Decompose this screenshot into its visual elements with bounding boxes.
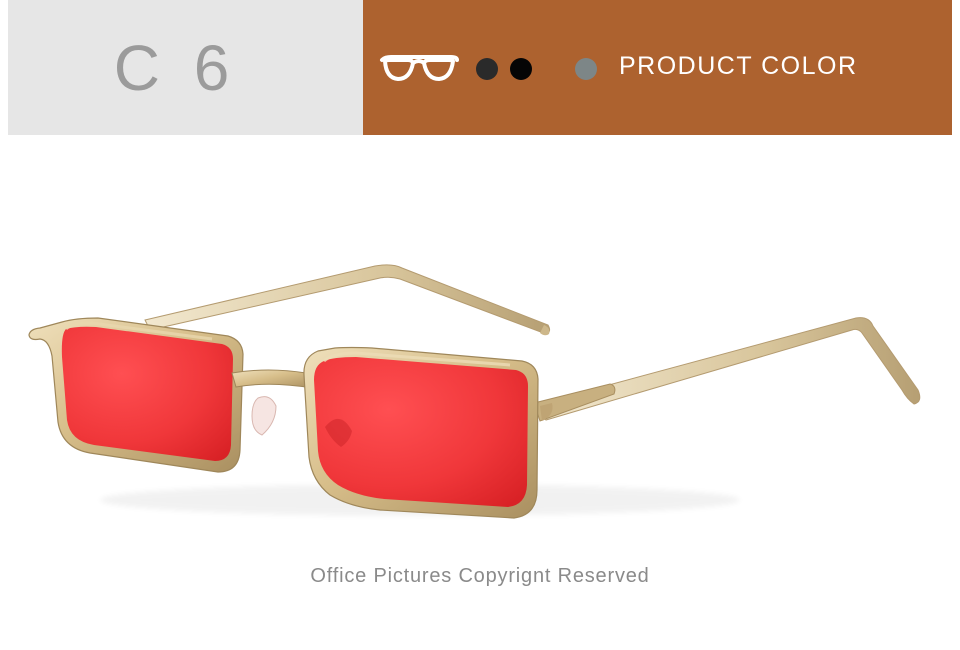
- copyright-text: Office Pictures Copyrignt Reserved: [310, 565, 650, 587]
- glasses-icon: [380, 55, 459, 81]
- swatch-gray[interactable]: [575, 58, 597, 80]
- swatch-black[interactable]: [510, 58, 532, 80]
- product-color-label: PRODUCT COLOR: [619, 52, 858, 80]
- color-code-panel: C 6: [8, 0, 363, 135]
- product-image-area: [0, 135, 960, 555]
- sunglasses-image: [28, 264, 921, 519]
- color-code: C 6: [113, 31, 238, 104]
- swatch-dark-gray[interactable]: [476, 58, 498, 80]
- header-banner: C 6 PRODUCT COLOR: [8, 0, 952, 135]
- product-color-panel: PRODUCT COLOR: [363, 0, 952, 135]
